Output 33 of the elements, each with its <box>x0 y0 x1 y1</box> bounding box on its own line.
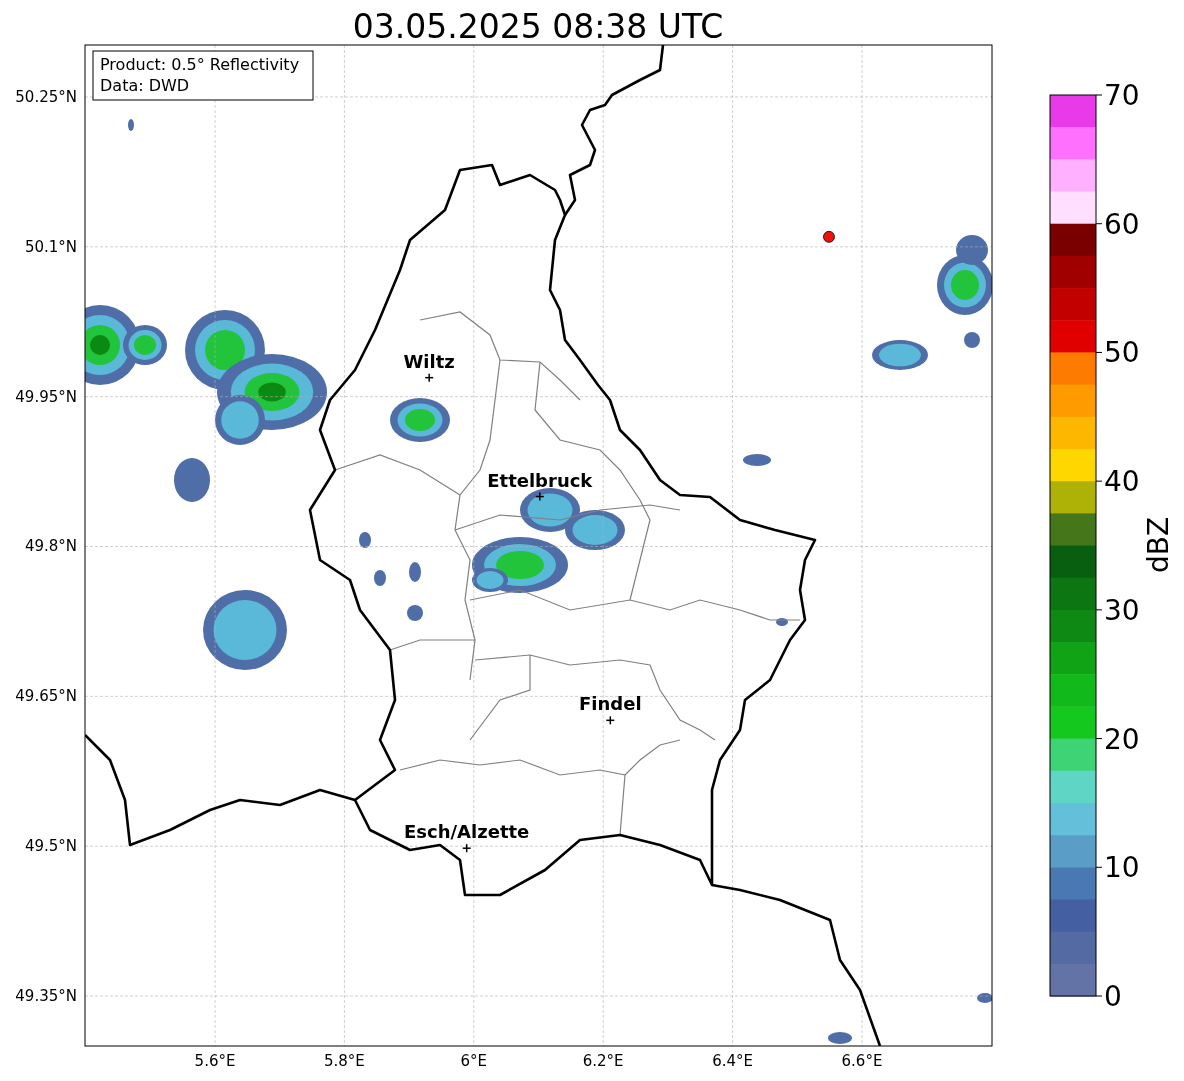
colorbar-tick-label: 40 <box>1104 465 1140 499</box>
axis-tick-label: 49.65°N <box>15 687 77 706</box>
colorbar-tick-label: 70 <box>1104 79 1140 112</box>
legend-text: Data: DWD <box>100 76 190 95</box>
colorbar-tick-label: 30 <box>1104 593 1140 627</box>
colorbar-tick-label: 0 <box>1104 980 1122 1013</box>
axis-tick-label: 6.4°E <box>712 1052 753 1070</box>
colorbar-tick-label: 20 <box>1104 722 1140 756</box>
colorbar-tick-label: 10 <box>1104 851 1140 885</box>
axis-tick-label: 49.5°N <box>24 837 77 856</box>
city-label: Findel <box>579 693 642 715</box>
city-label: Ettelbruck <box>487 469 593 491</box>
axis-tick-label: 5.8°E <box>324 1052 365 1070</box>
axis-tick-label: 5.6°E <box>194 1052 236 1070</box>
axis-tick-label: 6°E <box>460 1052 488 1070</box>
city-marker-icon <box>424 372 434 383</box>
axis-tick-label: 49.8°N <box>24 537 77 556</box>
city-label: Esch/Alzette <box>404 821 530 843</box>
city-marker-icon <box>605 715 616 726</box>
legend-text: Product: 0.5° Reflectivity <box>100 55 300 74</box>
colorbar-tick-label: 60 <box>1104 207 1140 241</box>
city-marker-icon <box>461 843 472 853</box>
axis-tick-label: 49.35°N <box>15 987 77 1006</box>
colorbar-tick-label: 50 <box>1104 336 1140 370</box>
axis-tick-label: 50.25°N <box>15 87 77 106</box>
axis-tick-label: 6.6°E <box>841 1052 883 1070</box>
colorbar-label: dBZ <box>1142 516 1175 574</box>
axis-tick-label: 49.95°N <box>15 387 77 406</box>
city-label: Wiltz <box>403 350 455 372</box>
axis-tick-label: 50.1°N <box>24 237 77 256</box>
axis-tick-label: 6.2°E <box>582 1052 624 1070</box>
city-marker-icon <box>535 491 545 502</box>
chart-title: 03.05.2025 08:38 UTC <box>352 7 724 46</box>
